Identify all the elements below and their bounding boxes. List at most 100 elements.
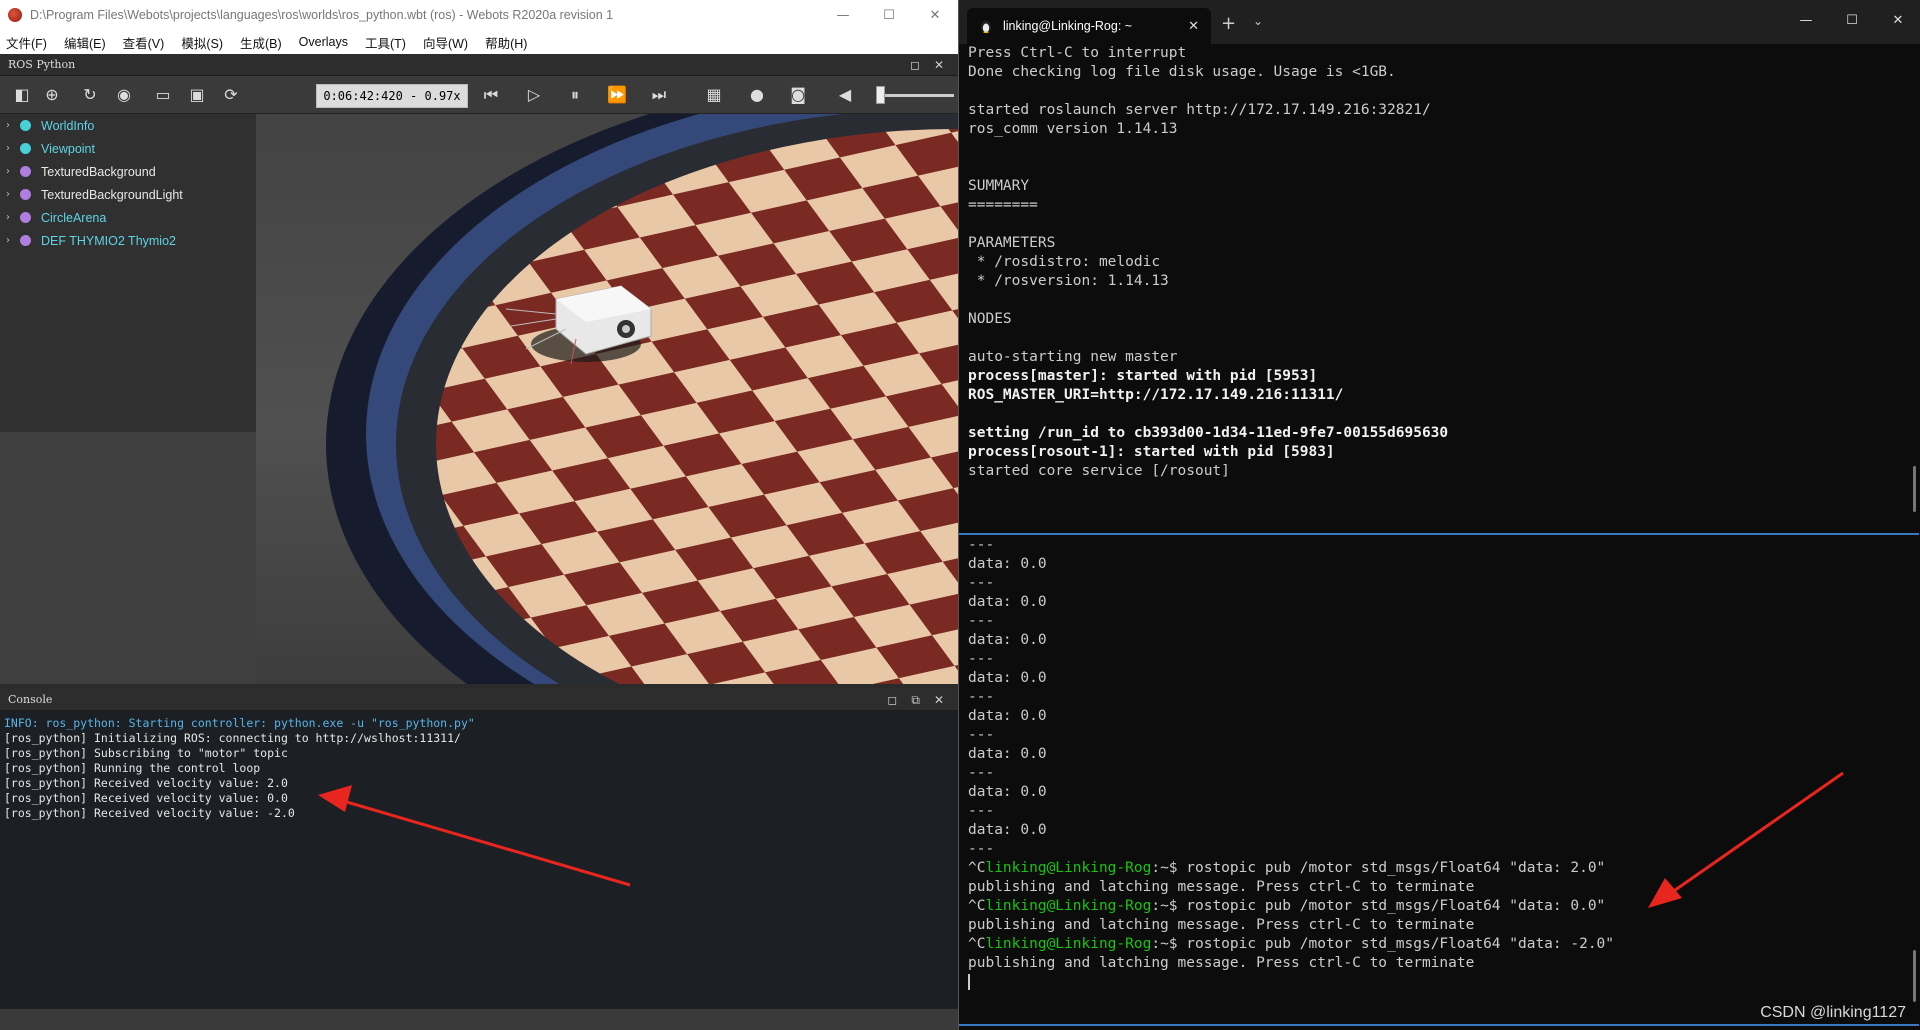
scene-tree-node-label: DEF THYMIO2 Thymio2 [41,233,176,248]
view-eye-icon[interactable]: ◉ [113,84,135,106]
console-line: [ros_python] Received velocity value: -2… [4,806,295,820]
toggle-scene-tree-icon[interactable]: ◧ [11,84,33,106]
step-back-icon[interactable]: ⏮ [480,84,502,106]
terminal-pane-rostopic[interactable]: --- data: 0.0 --- data: 0.0 --- data: 0.0 --- d… [959,536,1919,1026]
node-type-icon [20,235,31,246]
menu-item[interactable]: 编辑(E) [64,33,106,52]
terminal-tab-title: linking@Linking-Rog: ~ [1003,19,1133,33]
3d-viewport[interactable] [256,114,958,684]
menu-item[interactable]: 向导(W) [423,33,468,52]
terminal-line: publishing and latching message. Press c… [968,955,1475,971]
command-text: :~$ rostopic pub /motor std_msgs/Float64… [1151,860,1606,876]
run-realtime-icon[interactable]: ⏩ [606,84,628,106]
terminal-line: ======== [968,197,1038,213]
console-float-icon[interactable]: ⧉ [911,693,920,708]
terminal-close-icon[interactable]: ✕ [1875,0,1920,40]
terminal-line: --- [968,765,995,781]
pause-icon[interactable]: ⏸ [564,84,586,106]
reload-world-icon[interactable]: ↻ [79,84,101,106]
terminal-pane-roscore[interactable]: Press Ctrl-C to interrupt Done checking l… [959,44,1919,534]
tab-close-icon[interactable]: ✕ [1188,19,1199,34]
terminal-minimize-icon[interactable]: — [1783,0,1829,40]
screenshot-camera-icon[interactable]: ◙ [787,84,809,106]
maximize-icon[interactable]: ☐ [866,0,912,30]
terminal-line: ros_comm version 1.14.13 [968,121,1178,137]
top-pane-scrollbar[interactable] [1913,466,1916,512]
record-icon[interactable]: ● [746,84,768,106]
linux-penguin-icon [981,20,991,34]
close-icon[interactable]: ✕ [912,0,958,30]
expand-chevron-icon[interactable]: › [6,166,20,177]
webots-title-bar: D:\Program Files\Webots\projects\languag… [0,0,958,30]
expand-chevron-icon[interactable]: › [6,235,20,246]
terminal-tab-bar: linking@Linking-Rog: ~ ✕ + ⌄ — ☐ ✕ [959,0,1920,44]
sound-mute-icon[interactable]: ◀ [834,84,856,106]
terminal-line: --- [968,651,995,667]
menu-item[interactable]: 查看(V) [123,33,165,52]
volume-slider-track[interactable] [876,94,954,97]
save-icon[interactable]: ▣ [186,84,208,106]
expand-chevron-icon[interactable]: › [6,189,20,200]
terminal-line: --- [968,803,995,819]
terminal-maximize-icon[interactable]: ☐ [1829,0,1875,40]
terminal-line: Done checking log file disk usage. Usage… [968,64,1396,80]
expand-chevron-icon[interactable]: › [6,143,20,154]
scene-tree-node-label: CircleArena [41,210,107,225]
scene-tree-node[interactable]: › TexturedBackground [0,160,256,183]
menu-item[interactable]: 工具(T) [365,33,406,52]
command-text: :~$ rostopic pub /motor std_msgs/Float64… [1151,898,1606,914]
scene-tree-node-label: WorldInfo [41,118,95,133]
terminal-cursor-line[interactable] [968,973,1919,992]
scene-tree-node-label: Viewpoint [41,141,95,156]
menu-item[interactable]: Overlays [299,35,348,49]
film-movie-icon[interactable]: ▦ [703,84,725,106]
console-minimize-icon[interactable]: ◻ [887,693,897,707]
panel-title: ROS Python [8,58,76,71]
minimize-icon[interactable]: — [820,0,866,30]
panel-float-icon[interactable]: ◻ [910,58,920,72]
node-type-icon [20,212,31,223]
terminal-line: PARAMETERS [968,235,1056,251]
webots-logo-icon [8,8,22,22]
volume-slider-thumb[interactable] [876,86,885,104]
terminal-line: --- [968,537,995,553]
scene-tree-node[interactable]: › WorldInfo [0,114,256,137]
menu-item[interactable]: 帮助(H) [485,33,527,52]
scene-tree-node[interactable]: › Viewpoint [0,137,256,160]
menu-item[interactable]: 文件(F) [6,33,47,52]
console-line: [ros_python] Running the control loop [4,761,261,775]
step-icon[interactable]: ▷ [523,84,545,106]
console-line: [ros_python] Received velocity value: 0.… [4,791,288,805]
scene-tree-node[interactable]: › CircleArena [0,206,256,229]
run-fast-icon[interactable]: ⏭ [648,84,670,106]
console-close-icon[interactable]: ✕ [934,693,944,707]
terminal-line: --- [968,689,995,705]
menu-item[interactable]: 生成(B) [240,33,282,52]
panel-close-icon[interactable]: ✕ [934,58,944,72]
shell-command-line: ^Clinking@Linking-Rog:~$ rostopic pub /m… [968,859,1919,878]
revert-icon[interactable]: ⟳ [220,84,242,106]
scene-tree-node[interactable]: › DEF THYMIO2 Thymio2 [0,229,256,252]
prompt-user: linking@Linking-Rog [985,860,1152,876]
terminal-line: started roslaunch server http://172.17.1… [968,102,1431,118]
console-line: INFO: ros_python: Starting controller: p… [4,716,475,730]
menu-item[interactable]: 模拟(S) [181,33,223,52]
bottom-pane-scrollbar[interactable] [1913,950,1916,1002]
expand-chevron-icon[interactable]: › [6,120,20,131]
add-node-icon[interactable]: ⊕ [41,84,63,106]
text-cursor [968,974,970,990]
terminal-tab[interactable]: linking@Linking-Rog: ~ ✕ [967,8,1211,44]
pane-divider[interactable] [959,533,1919,535]
console-output[interactable]: INFO: ros_python: Starting controller: p… [0,711,958,1009]
expand-chevron-icon[interactable]: › [6,212,20,223]
terminal-line: * /rosversion: 1.14.13 [968,273,1169,289]
new-tab-plus-icon[interactable]: + [1221,13,1236,34]
open-folder-icon[interactable]: ▭ [152,84,174,106]
terminal-line: --- [968,727,995,743]
terminal-line: publishing and latching message. Press c… [968,879,1475,895]
terminal-line: data: 0.0 [968,822,1047,838]
scene-tree-node[interactable]: › TexturedBackgroundLight [0,183,256,206]
tab-dropdown-chevron-icon[interactable]: ⌄ [1253,14,1263,28]
